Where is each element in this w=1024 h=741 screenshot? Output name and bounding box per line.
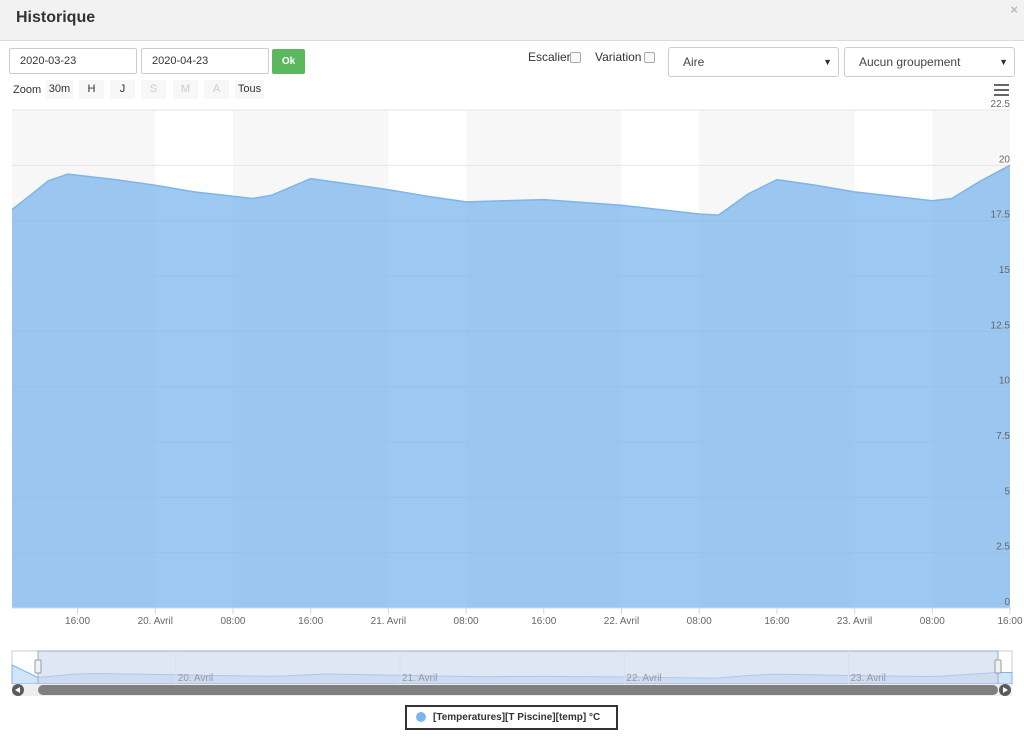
y-tick-label: 5 <box>1004 486 1010 497</box>
x-tick-label: 08:00 <box>920 616 945 627</box>
y-tick-label: 17.5 <box>991 210 1011 221</box>
series-area <box>12 165 1010 609</box>
navigator-label: 20. Avril <box>178 673 213 684</box>
y-tick-label: 15 <box>999 265 1011 276</box>
x-tick-label: 23. Avril <box>837 616 872 627</box>
x-tick-label: 22. Avril <box>604 616 639 627</box>
y-tick-label: 22.5 <box>991 99 1011 110</box>
x-tick-label: 20. Avril <box>138 616 173 627</box>
x-axis-labels: 16:00 20. Avril 08:00 16:00 21. Avril 08:00 16… <box>12 607 1023 627</box>
legend-marker <box>416 712 426 722</box>
y-tick-label: 10 <box>999 376 1011 387</box>
navigator-label: 23. Avril <box>851 673 886 684</box>
x-tick-label: 16:00 <box>997 616 1022 627</box>
navigator-label: 21. Avril <box>402 673 437 684</box>
y-tick-label: 7.5 <box>996 431 1010 442</box>
navigator-left-handle[interactable] <box>34 659 42 674</box>
x-tick-label: 08:00 <box>220 616 245 627</box>
x-tick-label: 16:00 <box>531 616 556 627</box>
x-tick-label: 16:00 <box>764 616 789 627</box>
x-tick-label: 21. Avril <box>371 616 406 627</box>
x-tick-label: 16:00 <box>65 616 90 627</box>
navigator-right-handle[interactable] <box>994 659 1002 674</box>
scrollbar-thumb[interactable] <box>38 685 998 695</box>
chart-legend[interactable]: [Temperatures][T Piscine][temp] °C <box>405 705 618 730</box>
y-tick-label: 2.5 <box>996 542 1010 553</box>
navigator-label: 22. Avril <box>626 673 661 684</box>
y-tick-label: 0 <box>1004 597 1010 608</box>
x-tick-label: 16:00 <box>298 616 323 627</box>
x-tick-label: 08:00 <box>454 616 479 627</box>
x-tick-label: 08:00 <box>687 616 712 627</box>
temperature-chart: 0 2.5 5 7.5 10 12.5 15 17.5 20 22.5 16:00 20. Avri… <box>11 99 1023 696</box>
legend-label: [Temperatures][T Piscine][temp] °C <box>433 712 601 723</box>
y-tick-label: 12.5 <box>991 320 1011 331</box>
y-tick-label: 20 <box>999 154 1011 165</box>
navigator[interactable]: 20. Avril 21. Avril 22. Avril 23. Avril <box>11 650 1013 696</box>
